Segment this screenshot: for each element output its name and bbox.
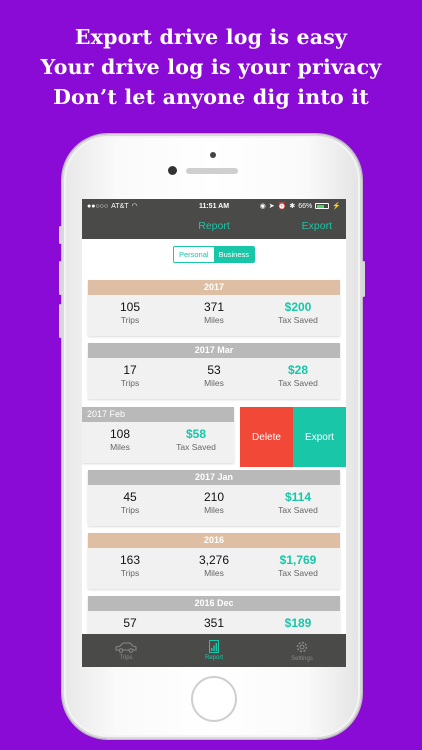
headline-line-2: Your drive log is your privacy	[40, 55, 382, 79]
headline-line-3: Don’t let anyone dig into it	[53, 85, 369, 109]
volume-up-button	[59, 261, 62, 295]
miles-label: Miles	[204, 315, 224, 325]
promo-headline: Export drive log is easy Your drive log …	[0, 22, 422, 112]
segment-personal[interactable]: Personal	[173, 246, 214, 262]
export-row-button[interactable]: Export	[293, 407, 346, 467]
volume-down-button	[59, 304, 62, 338]
card-period: 2017 Jan	[88, 470, 340, 485]
miles-label: Miles	[110, 442, 130, 452]
tax-saved-label: Tax Saved	[176, 442, 216, 452]
tax-saved-label: Tax Saved	[278, 505, 318, 515]
personal-business-toggle: Personal Business	[172, 245, 256, 263]
home-button[interactable]	[191, 676, 237, 722]
miles-value: 210	[203, 490, 225, 504]
report-card-2016[interactable]: 2016 163 Trips 3,276 Miles $1,769 Tax Saved	[88, 533, 340, 589]
trips-value: 17	[123, 363, 137, 377]
headline-line-1: Export drive log is easy	[74, 25, 348, 49]
tax-saved-value: $200	[284, 300, 312, 314]
report-icon	[209, 640, 219, 653]
trips-label: Trips	[120, 315, 140, 325]
tax-saved-label: Tax Saved	[278, 378, 318, 388]
mute-switch	[59, 226, 62, 244]
lock-rotation-icon: ◉	[259, 203, 266, 210]
segment-wrapper: Personal Business	[82, 239, 346, 269]
app-screen: ●●○○○ AT&T ◠ 11:51 AM ◉ ➤ ⏰ ✱ 66% ⚡ Repo…	[82, 199, 346, 667]
report-card-2017[interactable]: 2017 105 Trips 371 Miles $200 Tax Saved	[88, 280, 340, 336]
trips-value: 45	[123, 490, 137, 504]
tab-label: Settings	[291, 655, 313, 662]
tax-saved-value: $114	[284, 490, 312, 504]
miles-value: 108	[109, 427, 131, 441]
card-period: 2016 Dec	[88, 596, 340, 611]
card-period: 2017 Feb	[82, 407, 234, 422]
car-icon	[115, 642, 137, 653]
card-period: 2016	[88, 533, 340, 548]
nav-bar: Report Export	[82, 213, 346, 239]
charging-icon: ⚡	[332, 203, 341, 210]
export-all-button[interactable]: Export	[302, 220, 332, 232]
trips-label: Trips	[120, 505, 140, 515]
tax-saved-label: Tax Saved	[278, 315, 318, 325]
earpiece-speaker	[186, 168, 238, 174]
delete-button[interactable]: Delete	[240, 407, 293, 467]
miles-label: Miles	[204, 378, 224, 388]
tax-saved-value: $189	[284, 616, 312, 630]
trips-value: 163	[119, 553, 141, 567]
tab-bar: Trips Report Settings	[82, 634, 346, 667]
tax-saved-label: Tax Saved	[278, 568, 318, 578]
battery-percent: 66%	[298, 202, 313, 210]
status-bar: ●●○○○ AT&T ◠ 11:51 AM ◉ ➤ ⏰ ✱ 66% ⚡	[82, 199, 346, 213]
tab-settings[interactable]: Settings	[258, 634, 346, 667]
segment-business[interactable]: Business	[213, 246, 255, 262]
bluetooth-icon: ✱	[289, 203, 296, 210]
location-icon: ➤	[268, 203, 275, 210]
tax-saved-value: $1,769	[279, 553, 317, 567]
trips-label: Trips	[120, 378, 140, 388]
battery-icon	[315, 203, 330, 209]
alarm-icon: ⏰	[277, 203, 287, 210]
report-card-2017-mar[interactable]: 2017 Mar 17 Trips 53 Miles $28 Tax Saved	[88, 343, 340, 399]
tax-saved-value: $58	[185, 427, 207, 441]
tab-report[interactable]: Report	[170, 634, 258, 667]
tab-trips[interactable]: Trips	[82, 634, 170, 667]
power-button	[362, 261, 365, 297]
miles-value: 351	[203, 616, 225, 630]
gear-icon	[296, 641, 308, 652]
trips-label: Trips	[120, 568, 140, 578]
trips-value: 105	[119, 300, 141, 314]
card-period: 2017 Mar	[88, 343, 340, 358]
miles-value: 3,276	[198, 553, 230, 567]
report-card-2017-feb[interactable]: 2017 Feb 108 Miles $58 Tax Saved	[82, 407, 234, 463]
report-list: 2017 105 Trips 371 Miles $200 Tax Saved 201…	[82, 269, 346, 634]
tab-label: Trips	[119, 654, 133, 661]
miles-label: Miles	[204, 568, 224, 578]
miles-value: 371	[203, 300, 225, 314]
tax-saved-value: $28	[287, 363, 309, 377]
tab-label: Report	[204, 655, 223, 661]
front-sensor	[210, 152, 216, 158]
page-title: Report	[198, 220, 230, 232]
report-card-2016-dec[interactable]: 2016 Dec 57 351 $189	[88, 596, 340, 634]
card-period: 2017	[88, 280, 340, 295]
front-camera	[168, 166, 177, 175]
miles-label: Miles	[204, 505, 224, 515]
miles-value: 53	[207, 363, 221, 377]
trips-value: 57	[123, 616, 137, 630]
report-card-2017-jan[interactable]: 2017 Jan 45 Trips 210 Miles $114 Tax Saved	[88, 470, 340, 526]
